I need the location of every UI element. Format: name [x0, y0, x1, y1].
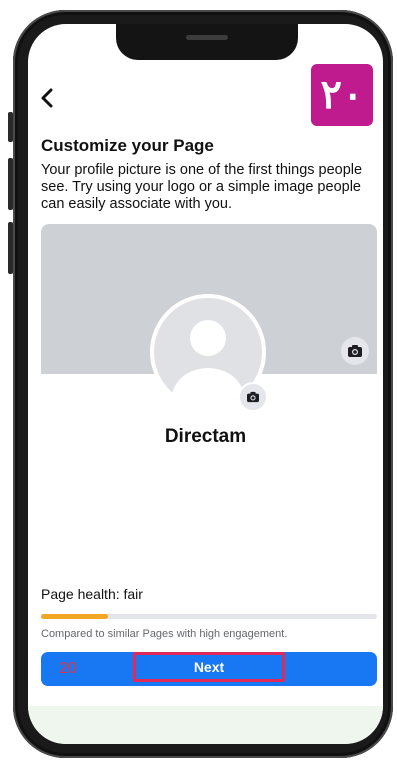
mute-switch [8, 112, 13, 142]
volume-down-button [8, 222, 13, 274]
logo-badge: ۲۰ [311, 64, 373, 126]
notch [116, 24, 298, 60]
bottom-action-bar: 20 Next [41, 652, 377, 686]
page-name: Directam [164, 426, 247, 447]
health-comparison-text: Compared to similar Pages with high enga… [41, 628, 288, 640]
bottom-area [28, 706, 383, 744]
page-title: Customize your Page [41, 136, 214, 155]
next-button[interactable]: Next [133, 652, 285, 682]
page-description: Your profile picture is one of the first… [41, 162, 363, 212]
page-health-label: Page health: fair [41, 586, 143, 602]
step-number: 20 [59, 660, 77, 677]
page-health-fill [41, 614, 109, 619]
volume-up-button [8, 158, 13, 210]
speaker-grille [186, 35, 228, 40]
camera-icon[interactable] [238, 382, 268, 412]
page-health-bar [41, 614, 377, 619]
chevron-left-icon[interactable] [40, 88, 54, 112]
camera-icon[interactable] [341, 337, 369, 365]
phone-screen: ۲۰ Customize your Page Your profile pict… [28, 24, 383, 744]
